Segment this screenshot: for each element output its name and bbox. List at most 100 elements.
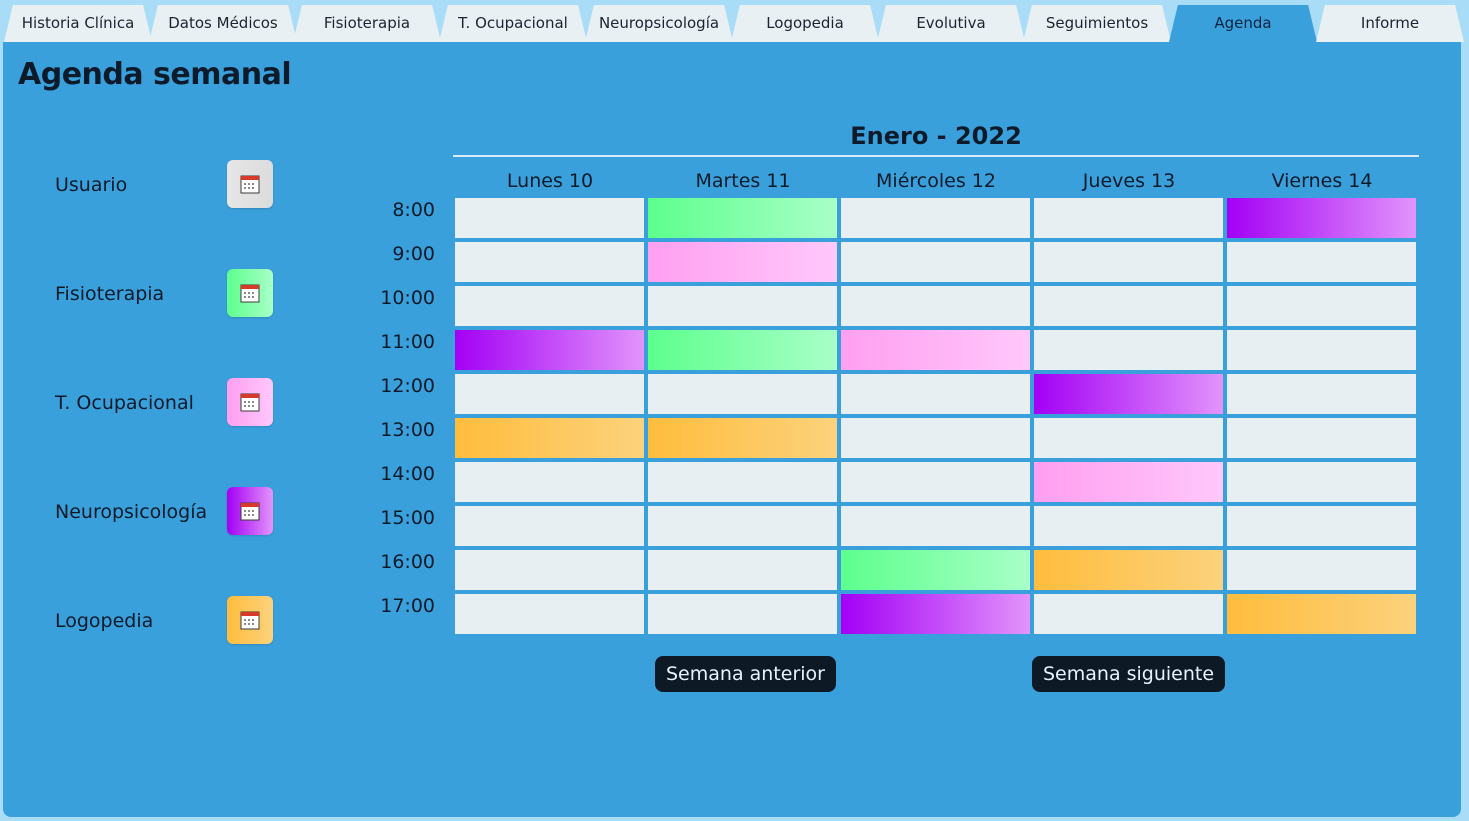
legend-item: Neuropsicología xyxy=(55,487,275,537)
day-header: Miércoles 12 xyxy=(876,170,996,192)
agenda-slot-booked[interactable] xyxy=(1034,462,1223,502)
agenda-slot-empty[interactable] xyxy=(1034,330,1223,370)
agenda-slot-empty[interactable] xyxy=(1227,418,1416,458)
agenda-slot-empty[interactable] xyxy=(455,506,644,546)
calendar-icon xyxy=(240,175,260,194)
agenda-slot-booked[interactable] xyxy=(841,594,1030,634)
agenda-slot-empty[interactable] xyxy=(1034,198,1223,238)
agenda-slot-empty[interactable] xyxy=(455,550,644,590)
agenda-slot-empty[interactable] xyxy=(1227,550,1416,590)
legend-item: Logopedia xyxy=(55,596,275,646)
agenda-slot-booked[interactable] xyxy=(1034,374,1223,414)
day-header: Lunes 10 xyxy=(506,170,594,192)
agenda-slot-empty[interactable] xyxy=(841,462,1030,502)
hour-label: 11:00 xyxy=(380,331,435,353)
agenda-slot-empty[interactable] xyxy=(1034,418,1223,458)
tab-historia-clínica[interactable]: Historia Clínica xyxy=(4,5,152,42)
tab-logopedia[interactable]: Logopedia xyxy=(731,5,879,42)
hour-label: 13:00 xyxy=(380,419,435,441)
tab-neuropsicología[interactable]: Neuropsicología xyxy=(585,5,733,42)
agenda-slot-empty[interactable] xyxy=(1034,594,1223,634)
previous-week-button[interactable]: Semana anterior xyxy=(655,656,836,692)
agenda-slot-empty[interactable] xyxy=(841,506,1030,546)
legend-calendar-button[interactable] xyxy=(227,378,273,426)
legend-item: Fisioterapia xyxy=(55,269,275,319)
agenda-slot-empty[interactable] xyxy=(455,286,644,326)
agenda-slot-booked[interactable] xyxy=(648,418,837,458)
legend-calendar-button[interactable] xyxy=(227,160,273,208)
agenda-slot-empty[interactable] xyxy=(455,462,644,502)
agenda-slot-empty[interactable] xyxy=(455,242,644,282)
agenda-slot-booked[interactable] xyxy=(841,330,1030,370)
agenda-slot-booked[interactable] xyxy=(648,242,837,282)
next-week-button[interactable]: Semana siguiente xyxy=(1032,656,1226,692)
legend-calendar-button[interactable] xyxy=(227,487,273,535)
agenda-slot-booked[interactable] xyxy=(1227,198,1416,238)
agenda-slot-empty[interactable] xyxy=(455,594,644,634)
tab-datos-médicos[interactable]: Datos Médicos xyxy=(149,5,297,42)
legend-label: Neuropsicología xyxy=(55,501,208,523)
agenda-slot-empty[interactable] xyxy=(841,374,1030,414)
agenda-slot-empty[interactable] xyxy=(648,286,837,326)
hour-label: 10:00 xyxy=(380,287,435,309)
agenda-slot-empty[interactable] xyxy=(648,550,837,590)
day-header: Jueves 13 xyxy=(1082,170,1176,192)
agenda-slot-empty[interactable] xyxy=(1034,286,1223,326)
legend-item: T. Ocupacional xyxy=(55,378,275,428)
legend-calendar-button[interactable] xyxy=(227,596,273,644)
agenda-slot-empty[interactable] xyxy=(648,374,837,414)
tab-agenda[interactable]: Agenda xyxy=(1169,5,1317,42)
agenda-slot-booked[interactable] xyxy=(455,330,644,370)
hour-label: 12:00 xyxy=(380,375,435,397)
agenda-slot-empty[interactable] xyxy=(841,198,1030,238)
agenda-slot-empty[interactable] xyxy=(1227,506,1416,546)
agenda-slot-empty[interactable] xyxy=(455,374,644,414)
agenda-panel: Agenda semanal Usuario Fisioterapia T. Ocu… xyxy=(3,42,1461,817)
agenda-slot-empty[interactable] xyxy=(1227,286,1416,326)
tab-seguimientos[interactable]: Seguimientos xyxy=(1023,5,1171,42)
agenda-slot-empty[interactable] xyxy=(841,242,1030,282)
agenda-slot-empty[interactable] xyxy=(455,198,644,238)
day-header: Viernes 14 xyxy=(1271,170,1373,192)
agenda-slot-empty[interactable] xyxy=(841,286,1030,326)
hour-label: 17:00 xyxy=(380,595,435,617)
agenda-slot-empty[interactable] xyxy=(648,594,837,634)
agenda-slot-empty[interactable] xyxy=(1034,242,1223,282)
agenda-slot-empty[interactable] xyxy=(1227,462,1416,502)
agenda-slot-empty[interactable] xyxy=(1227,242,1416,282)
month-title: Enero - 2022 xyxy=(850,122,1022,150)
tab-t-ocupacional[interactable]: T. Ocupacional xyxy=(439,5,587,42)
calendar-icon xyxy=(240,611,260,630)
agenda-slot-empty[interactable] xyxy=(648,462,837,502)
legend-label: Fisioterapia xyxy=(55,283,165,305)
agenda-slot-booked[interactable] xyxy=(1227,594,1416,634)
calendar-icon xyxy=(240,393,260,412)
agenda-slot-booked[interactable] xyxy=(455,418,644,458)
agenda-slot-empty[interactable] xyxy=(1034,506,1223,546)
page-title: Agenda semanal xyxy=(18,57,292,92)
agenda-slot-empty[interactable] xyxy=(648,506,837,546)
agenda-slot-empty[interactable] xyxy=(841,418,1030,458)
calendar-icon xyxy=(240,284,260,303)
hour-label: 9:00 xyxy=(392,243,435,265)
hour-label: 15:00 xyxy=(380,507,435,529)
tab-informe[interactable]: Informe xyxy=(1316,5,1464,42)
agenda-slot-empty[interactable] xyxy=(1227,330,1416,370)
tab-evolutiva[interactable]: Evolutiva xyxy=(877,5,1025,42)
agenda-slot-empty[interactable] xyxy=(1227,374,1416,414)
agenda-slot-booked[interactable] xyxy=(841,550,1030,590)
legend-label: Logopedia xyxy=(55,610,154,632)
agenda-slot-booked[interactable] xyxy=(648,330,837,370)
hour-label: 14:00 xyxy=(380,463,435,485)
legend-item: Usuario xyxy=(55,160,275,210)
tab-fisioterapia[interactable]: Fisioterapia xyxy=(293,5,441,42)
calendar-icon xyxy=(240,502,260,521)
legend-label: T. Ocupacional xyxy=(55,392,194,414)
agenda-slot-booked[interactable] xyxy=(1034,550,1223,590)
legend-label: Usuario xyxy=(55,174,128,196)
tab-bar: Historia Clínica Datos Médicos Fisioterapi… xyxy=(0,0,1469,42)
legend-calendar-button[interactable] xyxy=(227,269,273,317)
agenda-slot-booked[interactable] xyxy=(648,198,837,238)
hour-label: 8:00 xyxy=(392,199,435,221)
day-header: Martes 11 xyxy=(695,170,791,192)
